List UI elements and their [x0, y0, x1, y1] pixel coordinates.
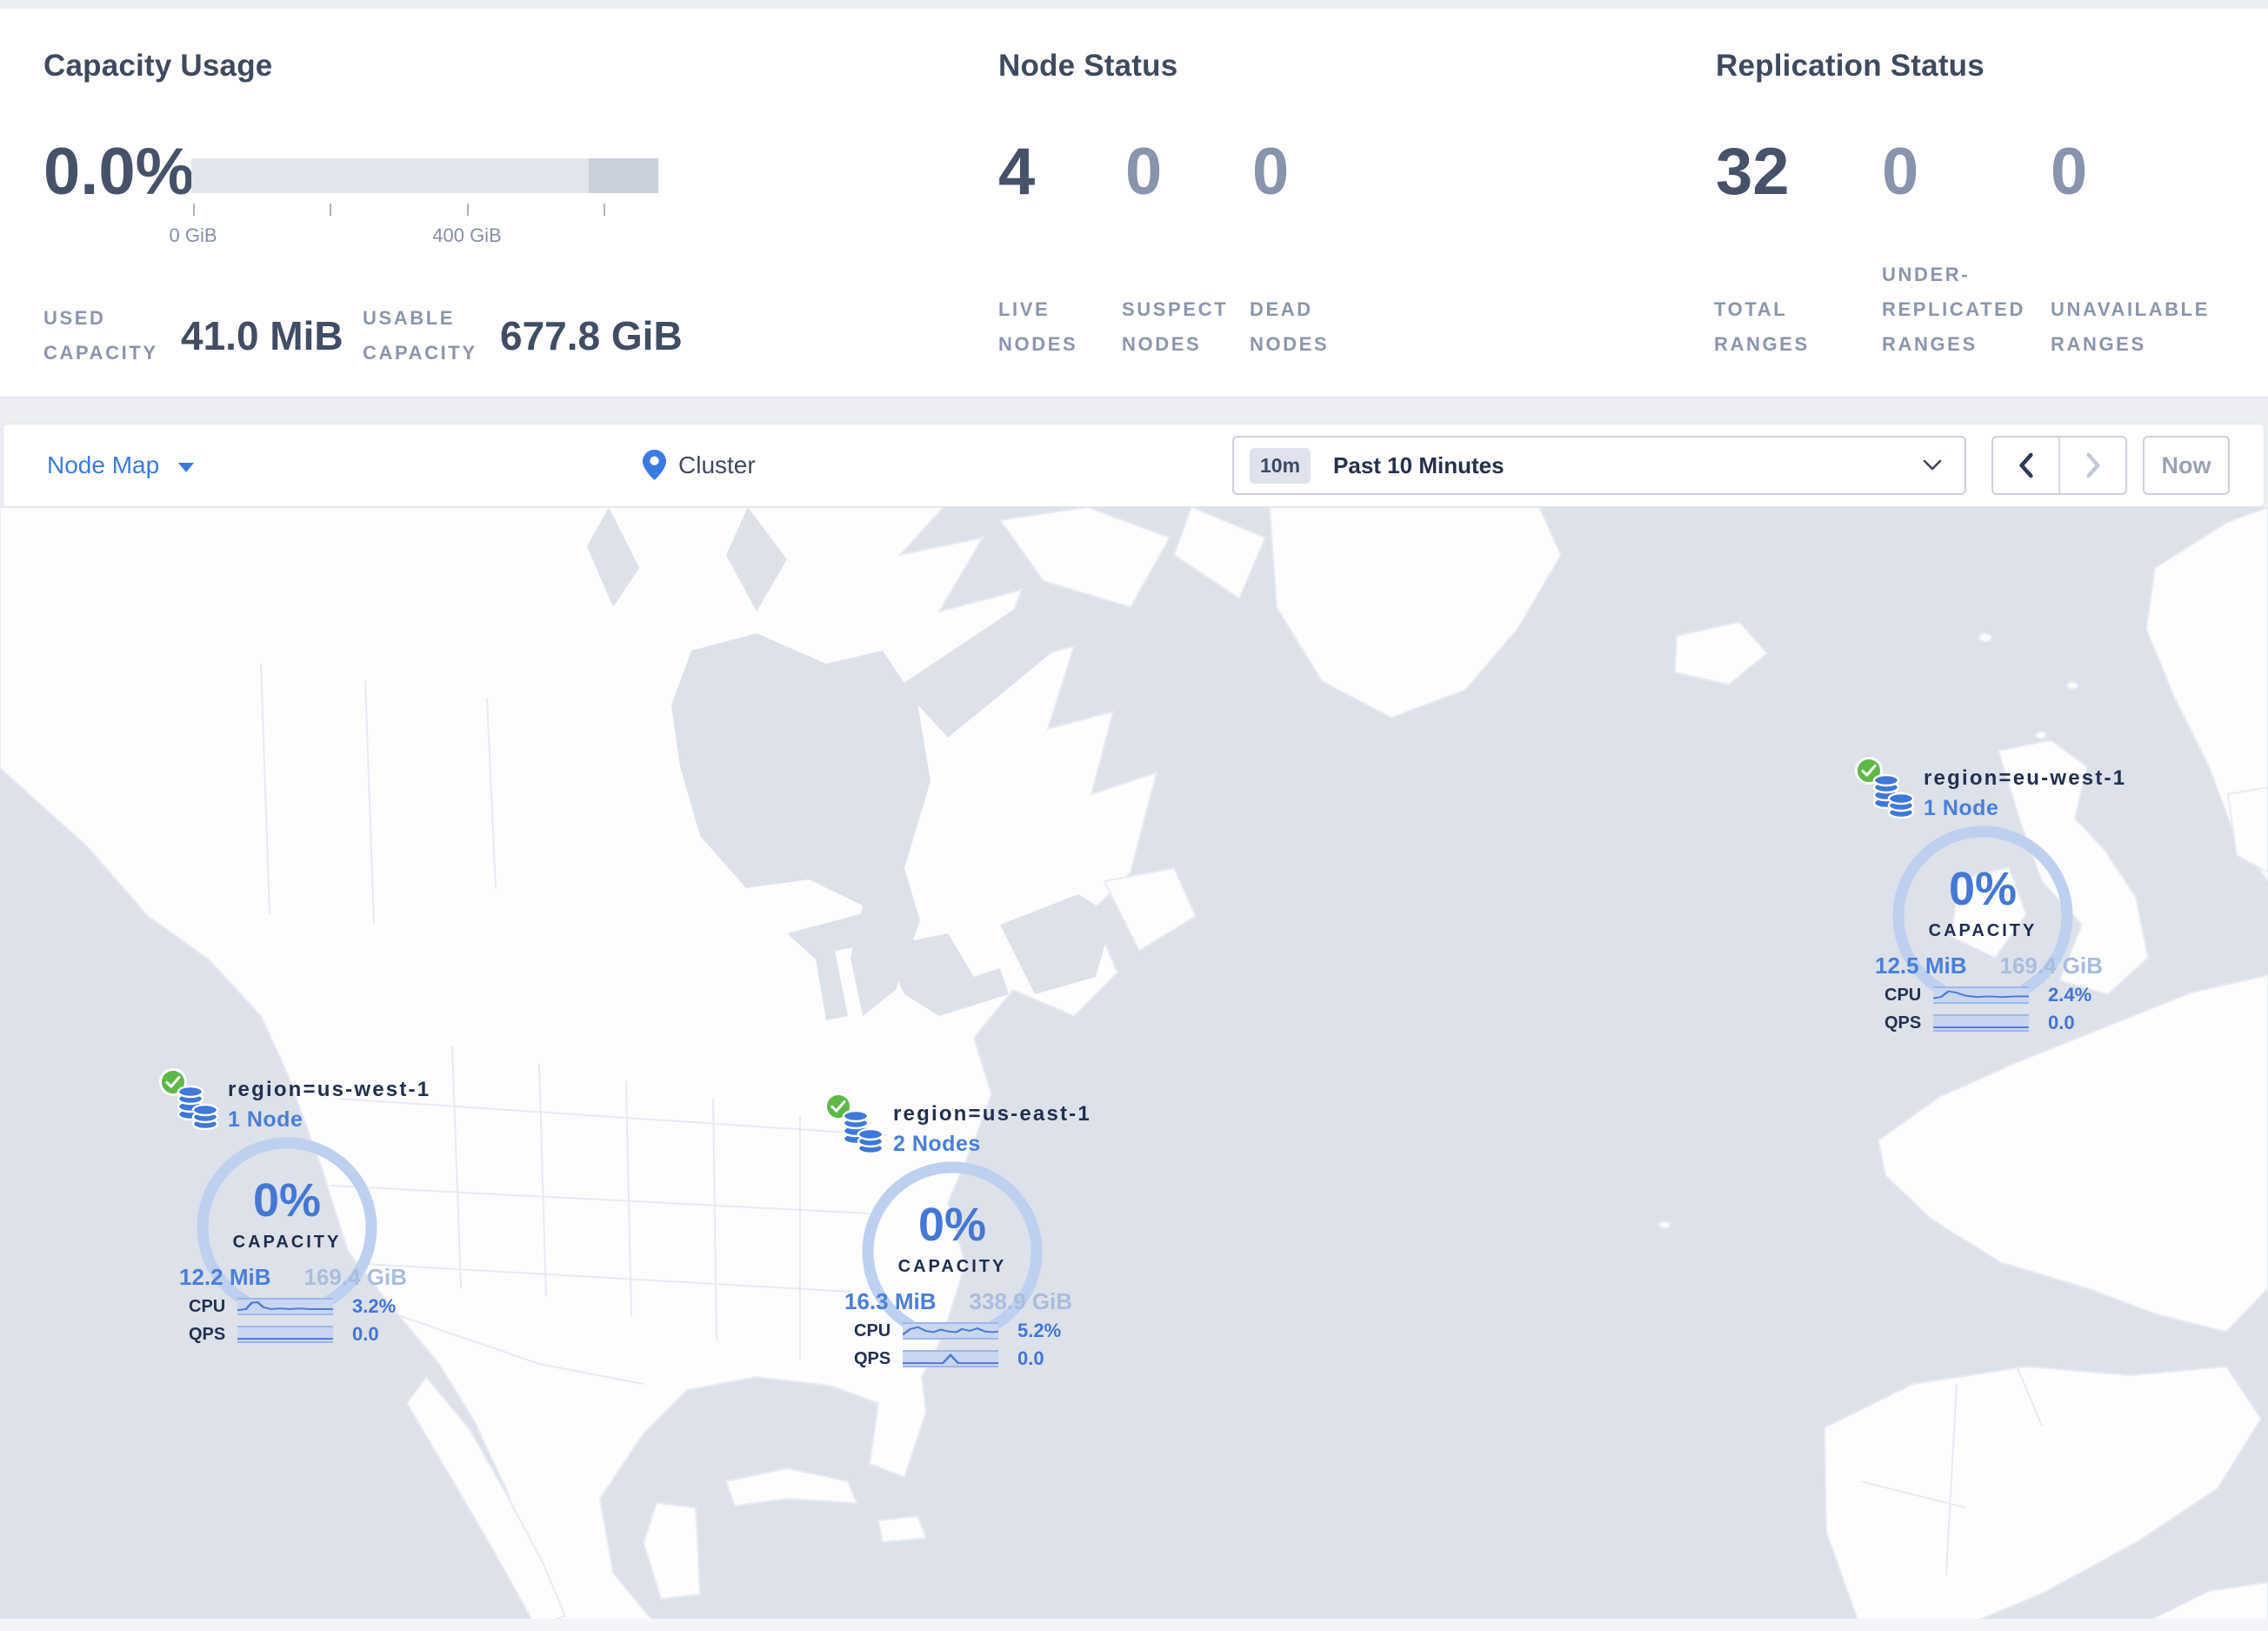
region-node-count: 2 Nodes: [893, 1132, 981, 1156]
qps-value: 0.0: [352, 1323, 379, 1345]
cpu-sparkline: [237, 1298, 333, 1315]
capacity-percent: 0%: [917, 1199, 987, 1251]
region-marker-eu-west-1[interactable]: region=eu-west-1 1 Node 0% CAPACITY 12.5…: [1854, 754, 2125, 1046]
total-capacity: 169.4 GiB: [1999, 953, 2103, 979]
node-status-title: Node Status: [998, 49, 1178, 83]
unavailable-ranges-value: 0: [2051, 135, 2088, 209]
unavailable-ranges-label: UNAVAILABLE RANGES: [2051, 297, 2210, 355]
location-pin-icon: [643, 450, 666, 480]
database-stack-icon: [1872, 773, 1915, 819]
time-step-control: [1991, 436, 2127, 495]
capacity-label: CAPACITY: [897, 1257, 1007, 1276]
qps-label: QPS: [1884, 1013, 1922, 1033]
used-capacity-value: 41.0 MiB: [181, 313, 344, 359]
capacity-gauge-arc: [197, 1137, 377, 1307]
usable-capacity-value: 677.8 GiB: [500, 313, 683, 359]
previous-interval-button[interactable]: [1993, 438, 2058, 493]
time-range-selector[interactable]: 10m Past 10 Minutes: [1232, 436, 1966, 495]
usable-capacity-stat: USABLE CAPACITY 677.8 GiB: [363, 301, 683, 371]
dead-nodes-label: DEAD NODES: [1250, 297, 1330, 355]
chevron-left-icon: [2018, 452, 2033, 478]
chevron-down-icon: [178, 462, 195, 472]
region-name: region=us-west-1: [228, 1078, 431, 1101]
cpu-sparkline: [903, 1322, 998, 1340]
view-mode-dropdown[interactable]: Node Map: [47, 424, 195, 506]
suspect-nodes-label: SUSPECT NODES: [1122, 297, 1229, 355]
qps-sparkline: [903, 1350, 998, 1367]
region-name: region=eu-west-1: [1924, 766, 2127, 790]
qps-value: 0.0: [1017, 1347, 1044, 1369]
under-replicated-ranges-label: UNDER-REPLICATED RANGES: [1882, 263, 2025, 355]
replication-status-title: Replication Status: [1716, 49, 1984, 83]
capacity-tick: [604, 204, 605, 216]
capacity-tick-label-400: 400 GiB: [432, 224, 502, 246]
cpu-value: 3.2%: [352, 1295, 397, 1317]
cpu-value: 5.2%: [1017, 1320, 1062, 1341]
region-marker-us-west-1[interactable]: region=us-west-1 1 Node 0% CAPACITY 12.2…: [158, 1066, 429, 1358]
region-node-count: 1 Node: [228, 1107, 304, 1132]
now-button[interactable]: Now: [2143, 436, 2230, 495]
cpu-value: 2.4%: [2048, 984, 2092, 1006]
now-button-label: Now: [2161, 451, 2211, 478]
breadcrumb-cluster-label: Cluster: [678, 451, 756, 478]
chevron-down-icon: [1923, 459, 1942, 471]
live-nodes-label: LIVE NODES: [998, 297, 1078, 355]
cluster-summary-bar: Capacity Usage 0.0% 0 GiB 400 GiB USED C…: [0, 9, 2268, 398]
capacity-percent: 0%: [1948, 863, 2018, 915]
qps-label: QPS: [189, 1324, 226, 1344]
cpu-label: CPU: [854, 1320, 891, 1340]
qps-sparkline: [1933, 1014, 2029, 1032]
capacity-bar: 0 GiB 400 GiB: [169, 158, 658, 246]
dead-nodes-value: 0: [1252, 135, 1290, 209]
view-mode-label: Node Map: [47, 451, 160, 478]
cpu-label: CPU: [189, 1296, 226, 1316]
capacity-percent: 0%: [252, 1174, 322, 1227]
total-ranges-value: 32: [1716, 135, 1790, 209]
capacity-usage-title: Capacity Usage: [43, 49, 273, 83]
used-capacity-stat: USED CAPACITY 41.0 MiB: [43, 301, 344, 371]
live-nodes-value: 4: [998, 135, 1036, 209]
next-interval-button[interactable]: [2058, 438, 2125, 493]
region-name: region=us-east-1: [893, 1102, 1091, 1126]
qps-label: QPS: [854, 1348, 891, 1368]
breadcrumb-cluster[interactable]: Cluster: [643, 424, 756, 506]
database-stack-icon: [177, 1085, 219, 1131]
cpu-label: CPU: [1884, 985, 1922, 1005]
total-capacity: 338.9 GiB: [969, 1288, 1072, 1314]
used-capacity: 16.3 MiB: [844, 1288, 937, 1314]
usable-capacity-label: USABLE CAPACITY: [363, 307, 477, 364]
capacity-tick-label-0: 0 GiB: [169, 224, 217, 246]
total-capacity: 169.4 GiB: [304, 1264, 407, 1290]
under-replicated-ranges-value: 0: [1882, 135, 1919, 209]
used-capacity-label: USED CAPACITY: [43, 307, 158, 364]
region-marker-us-east-1[interactable]: region=us-east-1 2 Nodes 0% CAPACITY 16.…: [824, 1090, 1090, 1382]
chevron-right-icon: [2085, 452, 2100, 478]
capacity-gauge-arc: [862, 1161, 1043, 1331]
capacity-tick: [467, 204, 469, 216]
capacity-label: CAPACITY: [1928, 921, 2038, 940]
total-ranges-label: TOTAL RANGES: [1714, 297, 1810, 355]
region-node-count: 1 Node: [1924, 796, 1999, 820]
used-capacity: 12.2 MiB: [179, 1264, 271, 1290]
node-map[interactable]: region=us-west-1 1 Node 0% CAPACITY 12.2…: [0, 507, 2268, 1631]
capacity-bar-reserved-segment: [589, 158, 658, 193]
time-range-label: Past 10 Minutes: [1333, 451, 1504, 478]
cpu-sparkline: [1933, 986, 2029, 1004]
capacity-tick: [330, 204, 331, 216]
qps-value: 0.0: [2048, 1012, 2075, 1033]
map-toolbar: Node Map Cluster 10m Past 10 Minutes Now: [3, 424, 2265, 507]
time-range-badge: 10m: [1250, 447, 1311, 484]
suspect-nodes-value: 0: [1125, 135, 1163, 209]
database-stack-icon: [842, 1109, 884, 1155]
capacity-tick: [193, 204, 195, 216]
capacity-gauge-arc: [1892, 826, 2073, 995]
map-footer-strip: [0, 1619, 2268, 1631]
qps-sparkline: [237, 1326, 333, 1343]
capacity-label: CAPACITY: [232, 1233, 342, 1252]
used-capacity: 12.5 MiB: [1875, 953, 1967, 979]
capacity-used-percent: 0.0%: [43, 135, 195, 209]
